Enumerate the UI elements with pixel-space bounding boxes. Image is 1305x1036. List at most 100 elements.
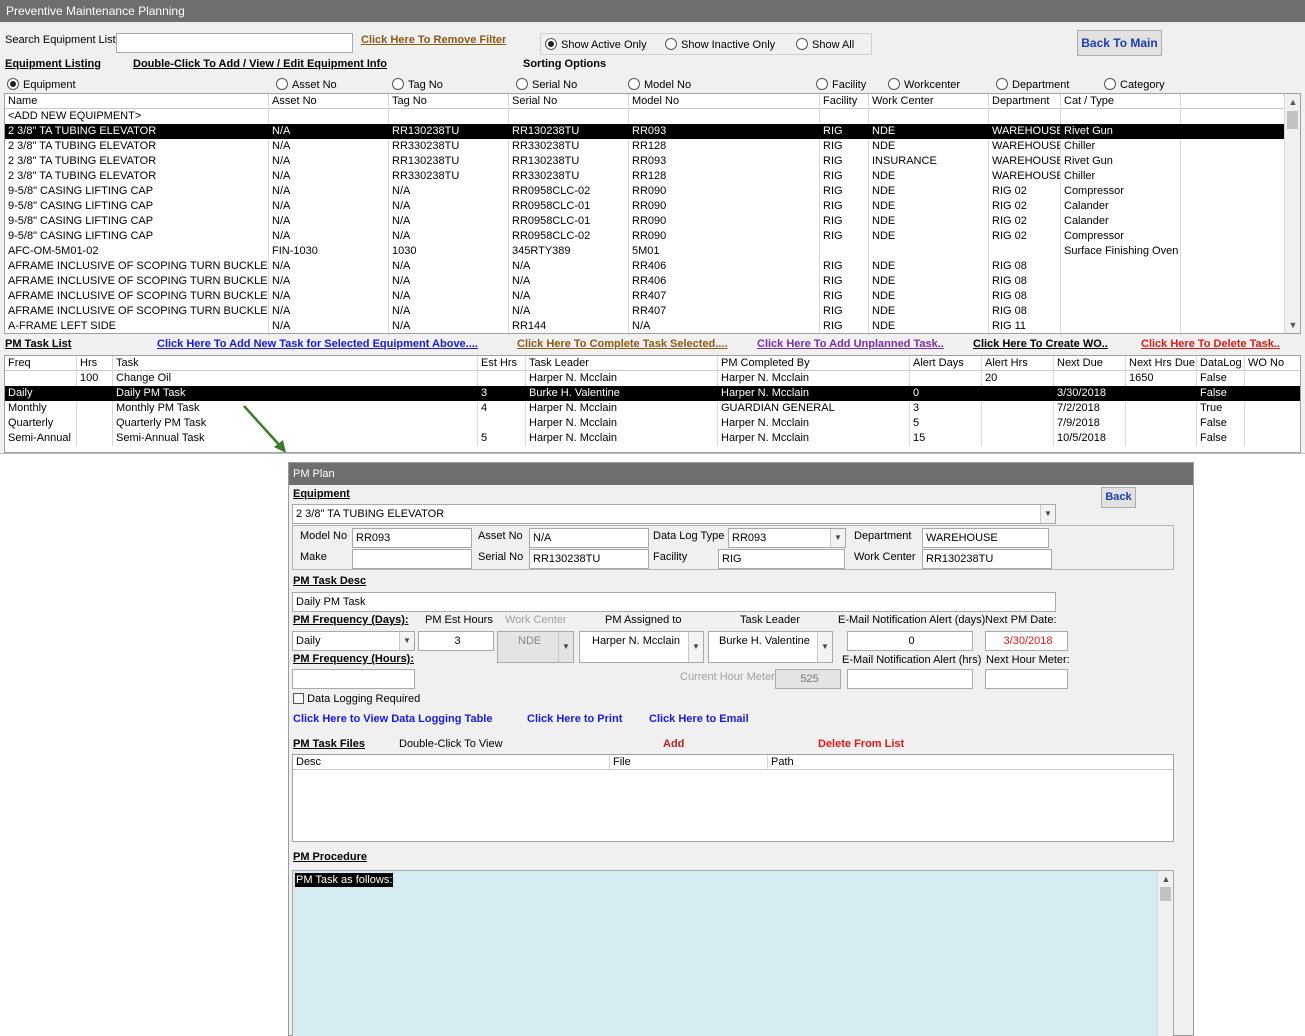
radio-show-inactive[interactable]: Show Inactive Only: [665, 38, 775, 52]
pm-frequency-days-select[interactable]: Daily ▼: [292, 631, 415, 651]
task-grid[interactable]: Freq Hrs Task Est Hrs Task Leader PM Complete…: [4, 355, 1301, 453]
equipment-row[interactable]: AFRAME INCLUSIVE OF SCOPING TURN BUCKLE …: [5, 259, 1300, 274]
task-row[interactable]: Daily Daily PM Task 3 Burke H. Valentine Har…: [5, 386, 1300, 401]
sort-radio-asset-no[interactable]: Asset No: [276, 78, 337, 92]
work-center-field[interactable]: RR130238TU: [922, 549, 1052, 569]
email-alert-days-field[interactable]: 0: [847, 631, 973, 651]
chevron-down-icon[interactable]: ▼: [688, 632, 703, 662]
equipment-row[interactable]: 2 3/8" TA TUBING ELEVATOR N/A RR330238TU RR…: [5, 169, 1300, 184]
sort-radio-serial-no[interactable]: Serial No: [516, 78, 577, 92]
view-data-logging-link[interactable]: Click Here to View Data Logging Table: [293, 713, 492, 725]
procedure-scrollbar[interactable]: ▲: [1157, 871, 1173, 1036]
equipment-row[interactable]: 9-5/8" CASING LIFTING CAP N/A N/A RR0958CLC…: [5, 199, 1300, 214]
add-file-link[interactable]: Add: [663, 738, 684, 750]
equipment-grid-scrollbar[interactable]: ▲ ▼: [1284, 94, 1300, 333]
next-hour-meter-field[interactable]: [985, 669, 1068, 689]
task-column-alert-days[interactable]: Alert Days: [910, 356, 982, 371]
model-no-field[interactable]: RR093: [352, 528, 472, 548]
scroll-down-icon[interactable]: ▼: [1285, 318, 1300, 332]
task-column-alert-hrs[interactable]: Alert Hrs: [982, 356, 1054, 371]
pm-est-hours-field[interactable]: 3: [418, 631, 494, 651]
data-log-type-select[interactable]: RR093 ▼: [728, 528, 846, 548]
equipment-row[interactable]: 2 3/8" TA TUBING ELEVATOR N/A RR330238TU RR…: [5, 139, 1300, 154]
equipment-column-cat-type[interactable]: Cat / Type: [1061, 94, 1181, 109]
create-wo-link[interactable]: Click Here To Create WO..: [973, 338, 1108, 350]
equipment-column-facility[interactable]: Facility: [820, 94, 869, 109]
task-column-next-due[interactable]: Next Due: [1054, 356, 1126, 371]
task-row[interactable]: Monthly Monthly PM Task 4 Harper N. Mcclain…: [5, 401, 1300, 416]
task-column-next-hrs-due[interactable]: Next Hrs Due: [1126, 356, 1197, 371]
task-column-task[interactable]: Task: [113, 356, 478, 371]
equipment-row[interactable]: A-FRAME LEFT SIDE N/A N/A RR144 N/A RIG NDE RIG…: [5, 319, 1300, 333]
task-column-task-leader[interactable]: Task Leader: [526, 356, 718, 371]
task-row[interactable]: Quarterly Quarterly PM Task Harper N. Mccl…: [5, 416, 1300, 431]
email-alert-hrs-field[interactable]: [847, 669, 973, 689]
sort-radio-model-no[interactable]: Model No: [628, 78, 691, 92]
equipment-row[interactable]: AFC-OM-5M01-02 FIN-1030 1030 345RTY389 5M01 S…: [5, 244, 1300, 259]
make-field[interactable]: [352, 549, 472, 569]
task-column-datalog[interactable]: DataLog: [1197, 356, 1245, 371]
equipment-edit-link[interactable]: Double-Click To Add / View / Edit Equipm…: [133, 58, 387, 70]
task-row[interactable]: Semi-Annual Semi-Annual Task 5 Harper N. Mc…: [5, 431, 1300, 446]
equipment-grid[interactable]: Name Asset No Tag No Serial No Model No Facil…: [4, 93, 1301, 334]
equipment-column-tag-no[interactable]: Tag No: [389, 94, 509, 109]
pm-assigned-select[interactable]: Harper N. Mcclain ▼: [579, 631, 704, 663]
equipment-column-asset-no[interactable]: Asset No: [269, 94, 389, 109]
scroll-thumb[interactable]: [1160, 887, 1171, 901]
task-leader-select[interactable]: Burke H. Valentine ▼: [708, 631, 833, 663]
equipment-row[interactable]: AFRAME INCLUSIVE OF SCOPING TURN BUCKLE …: [5, 289, 1300, 304]
back-to-main-button[interactable]: Back To Main: [1077, 30, 1162, 56]
equipment-row[interactable]: 2 3/8" TA TUBING ELEVATOR N/A RR130238TU RR…: [5, 124, 1300, 139]
equipment-column-department[interactable]: Department: [989, 94, 1061, 109]
facility-field[interactable]: RIG: [718, 549, 845, 569]
equipment-column-model-no[interactable]: Model No: [629, 94, 820, 109]
radio-show-active[interactable]: Show Active Only: [545, 38, 647, 52]
pm-task-desc-field[interactable]: Daily PM Task: [292, 592, 1056, 612]
task-files-grid[interactable]: Desc File Path: [292, 754, 1174, 842]
scroll-up-icon[interactable]: ▲: [1285, 95, 1300, 109]
sort-radio-tag-no[interactable]: Tag No: [392, 78, 443, 92]
equipment-column-serial-no[interactable]: Serial No: [509, 94, 629, 109]
complete-task-link[interactable]: Click Here To Complete Task Selected....: [517, 338, 728, 350]
remove-filter-link[interactable]: Click Here To Remove Filter: [361, 34, 506, 46]
email-link[interactable]: Click Here to Email: [649, 713, 749, 725]
delete-file-link[interactable]: Delete From List: [818, 738, 904, 750]
radio-show-all[interactable]: Show All: [796, 38, 854, 52]
sort-radio-department[interactable]: Department: [996, 78, 1069, 92]
asset-no-field[interactable]: N/A: [529, 528, 649, 548]
chevron-down-icon[interactable]: ▼: [817, 632, 832, 662]
scroll-up-icon[interactable]: ▲: [1158, 872, 1174, 886]
pm-procedure-textarea[interactable]: PM Task as follows: ▲: [292, 870, 1174, 1036]
task-column-wo-no[interactable]: WO No: [1245, 356, 1300, 371]
equipment-row[interactable]: 9-5/8" CASING LIFTING CAP N/A N/A RR0958CLC…: [5, 184, 1300, 199]
chevron-down-icon[interactable]: ▼: [399, 632, 414, 650]
print-link[interactable]: Click Here to Print: [527, 713, 622, 725]
task-column-est-hrs[interactable]: Est Hrs: [478, 356, 526, 371]
sort-radio-workcenter[interactable]: Workcenter: [888, 78, 960, 92]
sort-radio-facility[interactable]: Facility: [816, 78, 866, 92]
pm-frequency-hours-field[interactable]: [292, 669, 415, 689]
add-unplanned-task-link[interactable]: Click Here To Add Unplanned Task..: [757, 338, 944, 350]
data-logging-checkbox[interactable]: Data Logging Required: [293, 693, 420, 705]
equipment-row[interactable]: AFRAME INCLUSIVE OF SCOPING TURN BUCKLE …: [5, 274, 1300, 289]
task-column-freq[interactable]: Freq: [5, 356, 77, 371]
chevron-down-icon[interactable]: ▼: [1040, 505, 1055, 523]
search-input[interactable]: [116, 33, 353, 53]
equipment-column-name[interactable]: Name: [5, 94, 269, 109]
scroll-thumb[interactable]: [1287, 111, 1298, 129]
task-column-hrs[interactable]: Hrs: [77, 356, 113, 371]
checkbox-icon[interactable]: [293, 693, 304, 704]
task-row[interactable]: 100 Change Oil Harper N. Mcclain Harper N. …: [5, 371, 1300, 386]
sort-radio-equipment[interactable]: Equipment: [7, 78, 76, 92]
equipment-column-work-center[interactable]: Work Center: [869, 94, 989, 109]
equipment-row[interactable]: <ADD NEW EQUIPMENT>: [5, 109, 1300, 124]
back-button[interactable]: Back: [1101, 487, 1136, 508]
serial-no-field[interactable]: RR130238TU: [529, 549, 649, 569]
equipment-row[interactable]: 9-5/8" CASING LIFTING CAP N/A N/A RR0958CLC…: [5, 229, 1300, 244]
delete-task-link[interactable]: Click Here To Delete Task..: [1141, 338, 1280, 350]
task-column-pm-completed-by[interactable]: PM Completed By: [718, 356, 910, 371]
next-pm-date-field[interactable]: 3/30/2018: [985, 631, 1068, 651]
sort-radio-category[interactable]: Category: [1104, 78, 1165, 92]
equipment-row[interactable]: 9-5/8" CASING LIFTING CAP N/A N/A RR0958CLC…: [5, 214, 1300, 229]
department-field[interactable]: WAREHOUSE: [922, 528, 1049, 548]
